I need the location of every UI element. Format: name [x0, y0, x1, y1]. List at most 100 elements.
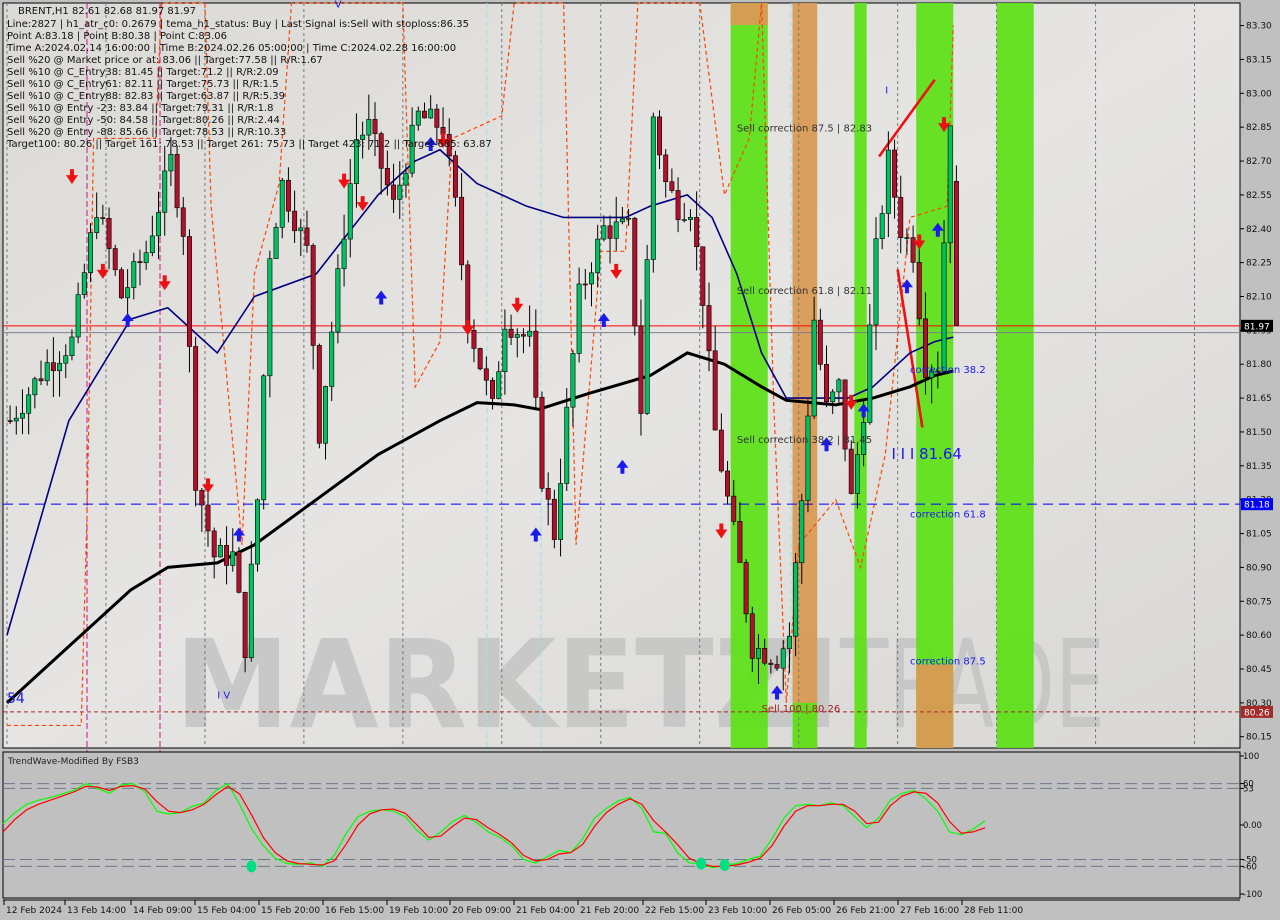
oscillator-tick-label: -60: [1243, 862, 1257, 872]
bull-candle-body: [428, 108, 434, 119]
bear-candle-body: [712, 350, 718, 431]
candle: [953, 165, 959, 327]
bear-candle-body: [285, 179, 291, 212]
bear-candle-body: [638, 325, 644, 414]
bear-candle-body: [106, 218, 112, 249]
info-line: Time A:2024.02.14 16:00:00 | Time B:2024…: [6, 43, 456, 54]
bear-candle-body: [508, 328, 514, 338]
symbol-ohlc: BRENT,H1 82.61 82.68 81.97 81.97: [18, 6, 196, 17]
time-tick-label: 15 Feb 20:00: [261, 906, 320, 916]
bear-candle-body: [310, 245, 316, 346]
price-axis[interactable]: 83.30 83.15 83.00 82.85 82.70 82.55 82.40 82.25…: [1240, 0, 1280, 750]
bear-candle-body: [471, 330, 477, 349]
bull-candle-body: [255, 499, 260, 565]
price-tick-label: 81.80: [1246, 360, 1272, 370]
bull-candle-body: [335, 268, 341, 333]
bull-candle-body: [323, 386, 328, 444]
bear-candle-body: [459, 196, 465, 266]
chart-annotation: Sell 100 | 80.26: [762, 704, 841, 715]
price-tick-label: 83.00: [1246, 89, 1272, 99]
price-tick-label: 82.10: [1246, 292, 1272, 302]
green-zone: [730, 3, 768, 748]
bull-candle-body: [830, 391, 836, 403]
current-price-tag-label: 81.97: [1244, 322, 1270, 332]
bear-candle-body: [452, 155, 458, 198]
bull-candle-body: [125, 287, 131, 299]
bull-candle-body: [941, 242, 947, 372]
price-tick-label: 83.15: [1246, 55, 1272, 65]
bull-candle-body: [793, 562, 799, 637]
bear-candle-body: [892, 149, 898, 198]
oscillator-tick-label: -100: [1243, 890, 1262, 900]
candle: [805, 399, 811, 513]
chart-annotation: I: [885, 85, 888, 96]
bear-candle-body: [292, 210, 298, 232]
candle: [273, 222, 279, 259]
info-line: Sell %10 @ C_Entry61: 82.11 || Target:75…: [7, 79, 279, 90]
bull-candle-body: [564, 406, 570, 484]
bull-candle-body: [75, 294, 81, 338]
bear-candle-body: [817, 319, 823, 365]
bear-candle-body: [304, 227, 310, 246]
bear-candle-body: [898, 196, 904, 238]
chart-annotation: Sell correction 38.2 | 81.45: [737, 435, 872, 446]
bull-candle-body: [514, 334, 520, 338]
bull-candle-body: [904, 237, 910, 239]
bear-candle-body: [533, 330, 539, 398]
bull-candle-body: [397, 184, 403, 200]
bull-candle-body: [595, 238, 601, 274]
blue-level-price-tag-label: 81.18: [1244, 501, 1270, 511]
time-tick-label: 13 Feb 14:00: [67, 906, 126, 916]
oscillator-tick-label: 53: [1243, 784, 1254, 794]
bear-candle-body: [582, 283, 588, 286]
green-zone: [996, 3, 1034, 748]
oscillator-tick-label: 100: [1243, 752, 1259, 762]
bull-candle-body: [366, 119, 372, 136]
time-axis[interactable]: 12 Feb 2024 13 Feb 14:00 14 Feb 09:00 15 Fe…: [3, 899, 1240, 916]
bear-candle-body: [737, 521, 743, 563]
bull-candle-body: [687, 217, 693, 220]
chart-annotation: correction 87.5: [910, 656, 986, 667]
candle: [193, 336, 199, 507]
candle: [477, 347, 483, 371]
bear-candle-body: [953, 181, 959, 327]
bull-candle-body: [502, 328, 508, 373]
bull-candle-body: [947, 125, 953, 244]
price-tick-label: 81.05: [1246, 530, 1272, 540]
price-tick-label: 80.45: [1246, 665, 1272, 675]
candle: [316, 343, 322, 449]
bull-candle-body: [873, 238, 879, 326]
bear-candle-body: [477, 348, 483, 370]
candle: [236, 547, 242, 594]
bull-candle-body: [273, 227, 279, 259]
bear-candle-body: [211, 530, 217, 558]
bull-candle-body: [168, 154, 174, 172]
bear-candle-body: [657, 116, 662, 156]
bull-candle-body: [799, 500, 805, 564]
bear-candle-body: [824, 364, 829, 403]
time-tick-label: 28 Feb 11:00: [964, 906, 1023, 916]
chart-annotation: correction 38.2: [910, 365, 986, 376]
bull-candle-body: [230, 551, 236, 566]
bear-candle-body: [7, 420, 13, 422]
bull-candle-body: [415, 110, 421, 126]
bull-candle-body: [780, 648, 786, 669]
bear-candle-body: [607, 225, 613, 239]
oscillator-axis[interactable]: 10060530.00-50-60-100: [1240, 752, 1280, 900]
candle: [650, 112, 656, 273]
bear-candle-body: [137, 261, 143, 264]
bull-candle-body: [811, 319, 817, 417]
time-tick-label: 22 Feb 15:00: [645, 906, 704, 916]
bear-candle-body: [100, 217, 106, 219]
orange-zone: [916, 664, 954, 748]
bull-candle-body: [786, 635, 792, 650]
oscillator-background: [2, 751, 1241, 899]
bull-candle-body: [589, 272, 594, 285]
time-tick-label: 21 Feb 20:00: [580, 906, 639, 916]
bear-candle-body: [38, 378, 44, 382]
bear-candle-body: [236, 551, 242, 593]
bear-candle-body: [545, 488, 551, 500]
bull-candle-body: [81, 272, 87, 295]
chart-annotation: I I I 81.64: [891, 445, 962, 463]
price-tick-label: 81.35: [1246, 462, 1272, 472]
